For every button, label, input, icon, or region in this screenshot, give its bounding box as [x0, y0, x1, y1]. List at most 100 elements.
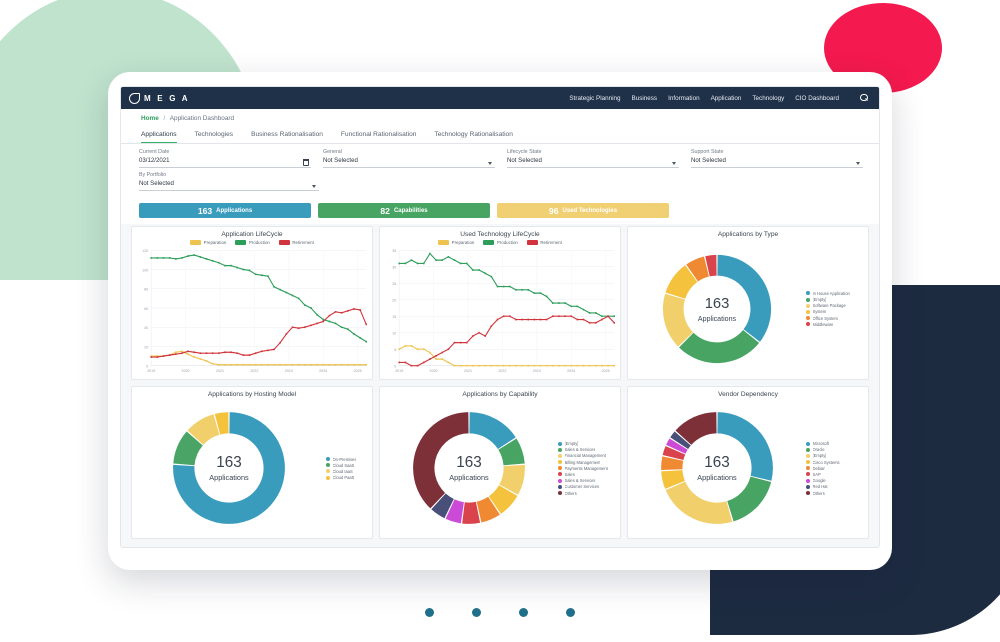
filter-by-portfolio-value[interactable]: Not Selected	[139, 179, 319, 192]
legend-item-retirement[interactable]: Retirement	[526, 240, 562, 245]
svg-text:2024: 2024	[319, 369, 328, 373]
legend-item[interactable]: Customer Services	[558, 484, 616, 489]
kpi-applications[interactable]: 163 Applications	[139, 203, 311, 219]
filter-current-date[interactable]: Current Date 03/12/2021	[139, 149, 311, 169]
legend-item[interactable]: [Empty]	[558, 441, 616, 446]
legend-dot-icon	[558, 441, 562, 446]
legend-item[interactable]: [Empty]	[806, 297, 864, 302]
nav-item-technology[interactable]: Technology	[752, 95, 784, 102]
tab-applications[interactable]: Applications	[141, 131, 177, 143]
nav-item-application[interactable]: Application	[711, 95, 742, 102]
nav-item-information[interactable]: Information	[668, 95, 700, 102]
filter-general-value[interactable]: Not Selected	[323, 156, 495, 169]
carousel-dot[interactable]	[566, 608, 575, 617]
legend-item[interactable]: Sales	[558, 472, 616, 477]
nav-item-business[interactable]: Business	[632, 95, 658, 102]
svg-text:80: 80	[144, 288, 148, 292]
legend-dot-icon	[558, 478, 562, 483]
legend-item-production[interactable]: Production	[235, 240, 270, 245]
legend-item[interactable]: On-Premises	[326, 457, 368, 462]
legend-item[interactable]: Billing Management	[558, 460, 616, 465]
svg-text:30: 30	[392, 266, 396, 270]
legend-item[interactable]: Others	[806, 491, 864, 496]
legend-item[interactable]: Office System	[806, 316, 864, 321]
donut-slice[interactable]	[727, 476, 772, 522]
legend-item[interactable]: Sales & Services	[558, 478, 616, 483]
carousel-dot[interactable]	[425, 608, 434, 617]
donut-slice[interactable]	[462, 502, 481, 525]
donut-slice[interactable]	[665, 481, 733, 525]
breadcrumb-separator: /	[163, 115, 166, 122]
donut-wrap-applications-by-type: 163 Applications In House Application [Emp…	[628, 239, 868, 378]
chevron-down-icon[interactable]	[488, 162, 492, 166]
legend-item[interactable]: Payments Management	[558, 466, 616, 471]
legend-item-preparation[interactable]: Preparation	[438, 240, 474, 245]
legend-dot-icon	[806, 478, 810, 483]
legend-item-retirement[interactable]: Retirement	[278, 240, 314, 245]
legend-item[interactable]: Cloud IaaS	[326, 469, 368, 474]
vendor-dependency-donut[interactable]: 163 Applications	[656, 407, 778, 529]
application-lifecycle-plot[interactable]: 0204060801001202019 2020 2021 2022 2023 2024 2…	[132, 246, 372, 378]
svg-text:2023: 2023	[285, 369, 293, 373]
legend-applications-by-capability: [Empty] Sales & Services Financial Managem…	[558, 441, 620, 496]
legend-item[interactable]: Cloud SaaS	[326, 463, 368, 468]
legend-item[interactable]: Cisco Systems	[806, 460, 864, 465]
carousel-dot[interactable]	[519, 608, 528, 617]
used-technology-lifecycle-plot[interactable]: 051015202530352019 2020 2021 2022 2023 2024 20…	[380, 246, 620, 378]
tab-functional-rationalisation[interactable]: Functional Rationalisation	[341, 131, 417, 143]
svg-text:60: 60	[144, 307, 148, 311]
legend-dot-icon	[806, 466, 810, 471]
calendar-icon[interactable]	[303, 159, 309, 166]
svg-text:20: 20	[144, 345, 148, 349]
filter-support-state-value[interactable]: Not Selected	[691, 156, 863, 169]
legend-item-production[interactable]: Production	[483, 240, 518, 245]
svg-text:5: 5	[394, 348, 396, 352]
filter-support-state[interactable]: Support State Not Selected	[691, 149, 863, 169]
kpi-used-technologies[interactable]: 96 Used Technologies	[497, 203, 669, 219]
legend-dot-icon	[558, 453, 562, 458]
nav-item-strategic-planning[interactable]: Strategic Planning	[569, 95, 620, 102]
filter-by-portfolio[interactable]: By Portfolio Not Selected	[139, 172, 319, 192]
breadcrumb-home-link[interactable]: Home	[141, 115, 159, 122]
legend-item[interactable]: Oracle	[806, 447, 864, 452]
carousel-dot[interactable]	[472, 608, 481, 617]
filter-bar: Current Date 03/12/2021 General Not Sele…	[121, 144, 879, 201]
donut-slice[interactable]	[679, 329, 760, 363]
legend-item[interactable]: In House Application	[806, 291, 864, 296]
kpi-capabilities[interactable]: 82 Capabilities	[318, 203, 490, 219]
legend-vendor-dependency: Microsoft Oracle [Empty] Cisco Systems Debia…	[806, 441, 868, 496]
nav-item-cio-dashboard[interactable]: CIO Dashboard	[795, 95, 839, 102]
legend-item[interactable]: Debian	[806, 466, 864, 471]
legend-item[interactable]: Software Package	[806, 303, 864, 308]
legend-item[interactable]: Middleware	[806, 322, 864, 327]
chevron-down-icon[interactable]	[312, 185, 316, 189]
legend-item[interactable]: Others	[558, 491, 616, 496]
tab-business-rationalisation[interactable]: Business Rationalisation	[251, 131, 323, 143]
chevron-down-icon[interactable]	[672, 162, 676, 166]
mega-logo[interactable]: M E G A	[129, 92, 190, 104]
card-applications-by-type: Applications by Type 163 Applications In …	[627, 226, 869, 380]
tab-technology-rationalisation[interactable]: Technology Rationalisation	[434, 131, 512, 143]
legend-item[interactable]: System	[806, 309, 864, 314]
filter-current-date-value[interactable]: 03/12/2021	[139, 156, 311, 169]
applications-by-capability-donut[interactable]: 163 Applications	[408, 407, 530, 529]
legend-item[interactable]: Sales & Services	[558, 447, 616, 452]
chevron-down-icon[interactable]	[856, 162, 860, 166]
legend-item[interactable]: SAP	[806, 472, 864, 477]
legend-dot-icon	[326, 457, 330, 461]
legend-item[interactable]: Red Hat	[806, 484, 864, 489]
legend-item[interactable]: Google	[806, 478, 864, 483]
tab-technologies[interactable]: Technologies	[195, 131, 234, 143]
legend-item[interactable]: Financial Management	[558, 453, 616, 458]
legend-item-preparation[interactable]: Preparation	[190, 240, 226, 245]
filter-lifecycle-state[interactable]: Lifecycle State Not Selected	[507, 149, 679, 169]
applications-by-type-donut[interactable]: 163 Applications	[658, 250, 776, 368]
legend-item[interactable]: Microsoft	[806, 441, 864, 446]
search-icon[interactable]	[860, 93, 869, 103]
legend-item[interactable]: [Empty]	[806, 453, 864, 458]
filter-lifecycle-state-value[interactable]: Not Selected	[507, 156, 679, 169]
applications-by-hosting-model-donut[interactable]: 163 Applications	[168, 407, 290, 529]
svg-text:2024: 2024	[567, 369, 576, 373]
filter-general[interactable]: General Not Selected	[323, 149, 495, 169]
legend-item[interactable]: Cloud PaaS	[326, 475, 368, 480]
